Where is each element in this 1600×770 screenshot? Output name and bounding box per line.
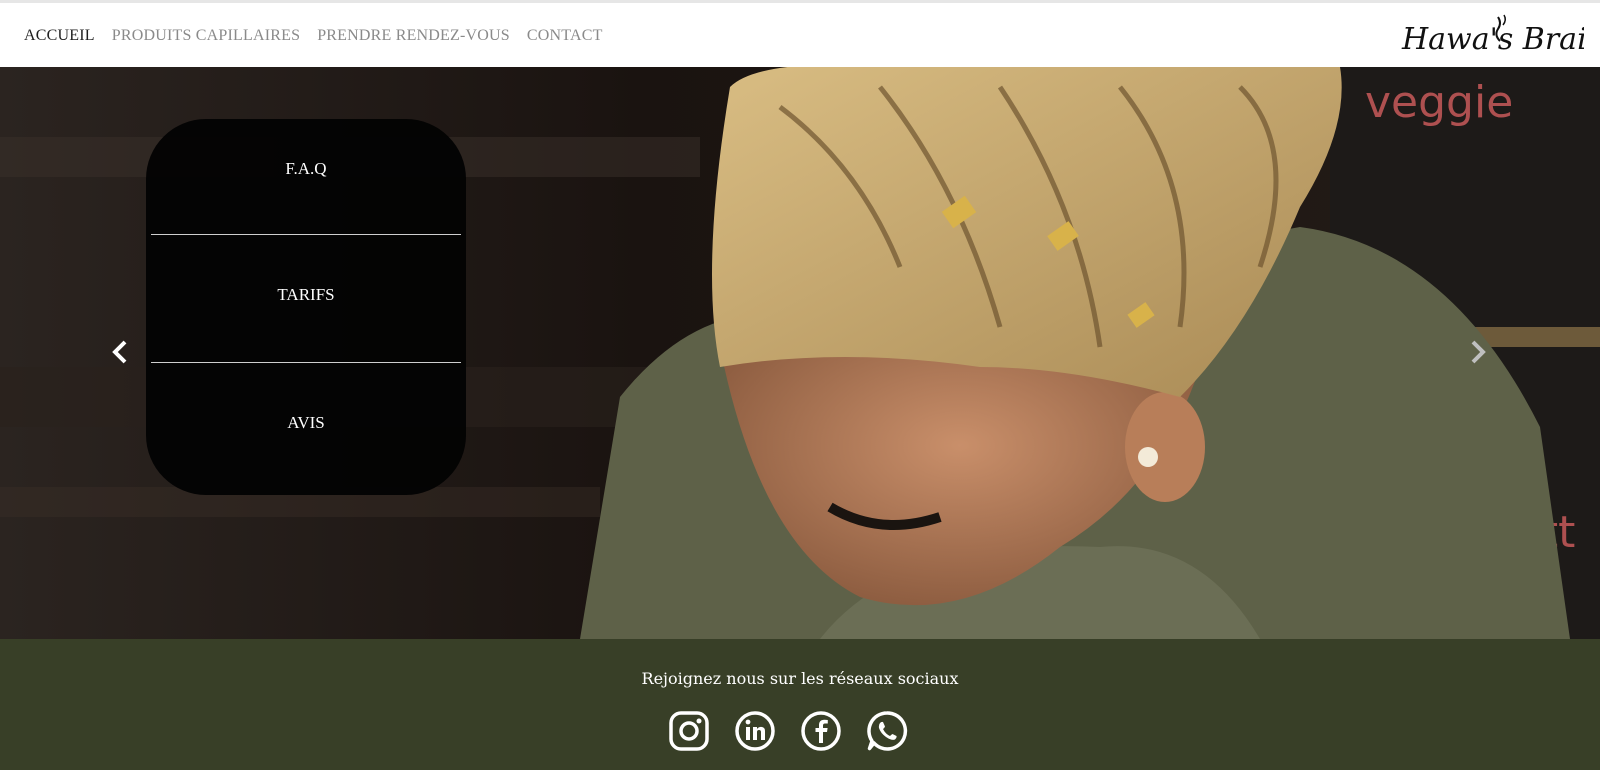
menu-divider: [151, 362, 461, 363]
carousel-prev-button[interactable]: [104, 332, 136, 372]
nav-prendre-rendez-vous[interactable]: PRENDRE RENDEZ-VOUS: [317, 27, 510, 45]
logo-text: Hawa's Braids: [1401, 22, 1584, 57]
social-links: [668, 710, 908, 752]
chevron-right-icon: [1471, 340, 1486, 364]
chevron-left-icon: [112, 340, 127, 364]
menu-item-tarifs[interactable]: TARIFS: [151, 265, 461, 325]
site-header: ACCUEIL PRODUITS CAPILLAIRES PRENDRE REN…: [0, 0, 1600, 67]
nav-produits-capillaires[interactable]: PRODUITS CAPILLAIRES: [112, 27, 300, 45]
linkedin-icon[interactable]: [734, 710, 776, 752]
social-heading: Rejoignez nous sur les réseaux sociaux: [641, 669, 959, 688]
menu-item-avis[interactable]: AVIS: [151, 393, 461, 453]
site-footer: Rejoignez nous sur les réseaux sociaux: [0, 639, 1600, 770]
nav-contact[interactable]: CONTACT: [527, 27, 603, 45]
menu-divider: [151, 234, 461, 235]
hero-carousel: veggie butt: [0, 67, 1600, 639]
main-nav: ACCUEIL PRODUITS CAPILLAIRES PRENDRE REN…: [24, 27, 603, 45]
info-menu-card: F.A.Q TARIFS AVIS: [146, 119, 466, 495]
site-logo[interactable]: Hawa's Braids: [1398, 9, 1584, 65]
nav-accueil[interactable]: ACCUEIL: [24, 27, 95, 45]
menu-item-faq[interactable]: F.A.Q: [151, 139, 461, 199]
svg-text:veggie: veggie: [1365, 77, 1513, 128]
whatsapp-icon[interactable]: [866, 710, 908, 752]
facebook-icon[interactable]: [800, 710, 842, 752]
instagram-icon[interactable]: [668, 710, 710, 752]
carousel-next-button[interactable]: [1462, 332, 1494, 372]
